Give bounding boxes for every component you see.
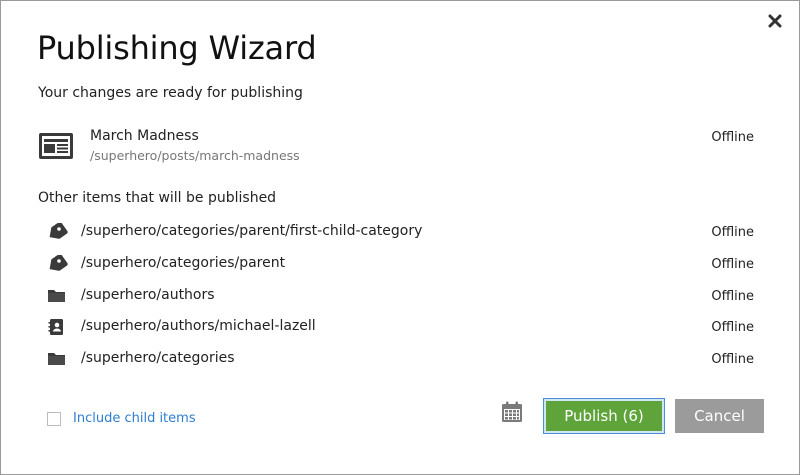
- item-status: Offline: [711, 256, 754, 272]
- include-child-items-toggle[interactable]: Include child items: [47, 411, 196, 426]
- item-status: Offline: [711, 288, 754, 304]
- newspaper-icon: [38, 132, 74, 160]
- other-items-list: /superhero/categories/parent/first-child…: [46, 216, 754, 375]
- include-child-items-checkbox[interactable]: [47, 411, 61, 426]
- publish-button[interactable]: Publish (6): [543, 398, 665, 434]
- item-status: Offline: [711, 320, 754, 336]
- cancel-button[interactable]: Cancel: [675, 399, 764, 433]
- list-item: /superhero/authors/michael-lazell Offlin…: [46, 311, 754, 343]
- item-path: /superhero/authors/michael-lazell: [81, 318, 316, 335]
- item-status: Offline: [711, 225, 754, 240]
- tag-icon: [46, 253, 68, 273]
- publishing-wizard-dialog: Publishing Wizard Your changes are ready…: [0, 0, 800, 475]
- item-path: /superhero/authors: [81, 286, 215, 303]
- contact-book-icon: [46, 318, 68, 336]
- main-item-path: /superhero/posts/march-madness: [90, 148, 300, 163]
- item-path: /superhero/categories/parent/first-child…: [81, 223, 423, 239]
- close-icon[interactable]: [765, 11, 785, 31]
- main-item-status: Offline: [711, 130, 754, 145]
- list-item: /superhero/categories Offline: [46, 343, 754, 375]
- dialog-title: Publishing Wizard: [37, 29, 317, 67]
- include-child-items-label[interactable]: Include child items: [73, 411, 196, 426]
- list-item: /superhero/categories/parent Offline: [46, 248, 754, 280]
- main-item-name: March Madness: [90, 128, 199, 144]
- calendar-icon[interactable]: [501, 401, 523, 423]
- folder-icon: [46, 350, 68, 368]
- folder-icon: [46, 287, 68, 305]
- other-items-label: Other items that will be published: [38, 190, 277, 206]
- item-path: /superhero/categories/parent: [81, 254, 286, 271]
- item-path: /superhero/categories: [81, 350, 235, 366]
- main-publish-item: March Madness /superhero/posts/march-mad…: [38, 127, 754, 167]
- tag-icon: [46, 221, 68, 241]
- list-item: /superhero/categories/parent/first-child…: [46, 216, 754, 248]
- dialog-subtitle: Your changes are ready for publishing: [38, 85, 303, 101]
- list-item: /superhero/authors Offline: [46, 280, 754, 312]
- item-status: Offline: [711, 352, 754, 367]
